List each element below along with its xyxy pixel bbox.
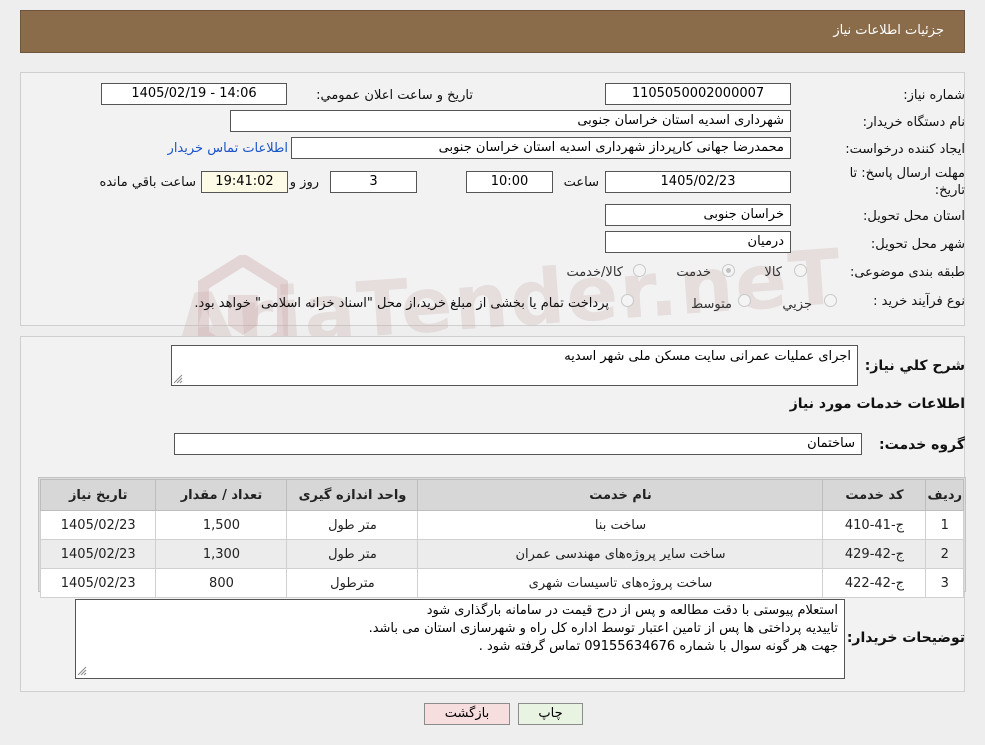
remaining-label: ساعت باقي مانده bbox=[99, 175, 196, 190]
category-radio-goods-service[interactable] bbox=[633, 264, 646, 277]
table-row: 2 ج-42-429 ساخت سایر پروژه‌های مهندسی عم… bbox=[39, 539, 964, 569]
buyer-contact-link[interactable]: اطلاعات تماس خريدار bbox=[168, 141, 288, 156]
category-label: طبقه بندی موضوعی: bbox=[849, 265, 965, 280]
province-label: استان محل تحويل: bbox=[863, 209, 965, 224]
process-radio-treasury[interactable] bbox=[621, 294, 634, 307]
creator-field: محمدرضا جهانی کارپرداز شهرداری اسدیه است… bbox=[291, 137, 791, 159]
city-field: درمیان bbox=[605, 231, 791, 253]
table-row: 1 ج-41-410 ساخت بنا متر طول 1,500 1405/0… bbox=[39, 510, 964, 540]
creator-label: ايجاد كننده درخواست: bbox=[845, 142, 965, 157]
deadline-hour-label: ساعت bbox=[563, 175, 599, 190]
process-treasury-note: پرداخت تمام یا بخشی از مبلغ خرید،از محل … bbox=[194, 296, 609, 311]
buyer-note-line: استعلام پیوستی با دقت مطالعه و پس از درج… bbox=[426, 603, 838, 618]
row-number: 1 bbox=[925, 510, 964, 540]
resize-grip-icon[interactable] bbox=[77, 666, 87, 676]
process-option-medium: متوسط bbox=[691, 297, 732, 312]
summary-label: شرح كلي نياز: bbox=[864, 358, 965, 374]
category-option-goods-service: کالا/خدمت bbox=[566, 265, 623, 280]
page-header: جزئیات اطلاعات نیاز bbox=[20, 10, 965, 53]
announce-label: تاریخ و ساعت اعلان عمومي: bbox=[316, 88, 473, 103]
category-option-goods: کالا bbox=[764, 265, 782, 280]
category-option-service: خدمت bbox=[676, 265, 711, 280]
buyer-note-line: جهت هر گونه سوال با شماره 09155634676 تم… bbox=[478, 639, 838, 654]
row-number: 2 bbox=[925, 539, 964, 569]
unit: متر طول bbox=[286, 510, 419, 540]
buyer-note-line: تاییدیه پرداختی ها پس از تامین اعتبار تو… bbox=[368, 621, 838, 636]
remaining-time-field: 19:41:02 bbox=[201, 171, 288, 193]
back-button[interactable]: بازگشت bbox=[424, 703, 510, 725]
service-name: ساخت پروژه‌های تاسیسات شهری bbox=[417, 568, 824, 598]
resize-grip-icon[interactable] bbox=[173, 374, 183, 384]
announce-datetime-field: 1405/02/19 - 14:06 bbox=[101, 83, 287, 105]
quantity: 1,500 bbox=[155, 510, 288, 540]
need-date: 1405/02/23 bbox=[39, 568, 157, 598]
category-radio-service[interactable] bbox=[722, 264, 735, 277]
buyer-org-label: نام دستگاه خريدار: bbox=[862, 115, 965, 130]
category-radio-goods[interactable] bbox=[794, 264, 807, 277]
buyer-notes-label: توضيحات خريدار: bbox=[846, 630, 965, 646]
deadline-label: مهلت ارسال پاسخ: تا bbox=[849, 166, 965, 181]
remaining-days-field: 3 bbox=[330, 171, 417, 193]
city-label: شهر محل تحويل: bbox=[870, 237, 965, 252]
service-code: ج-41-410 bbox=[822, 510, 927, 540]
quantity: 1,300 bbox=[155, 539, 288, 569]
service-name: ساخت سایر پروژه‌های مهندسی عمران bbox=[417, 539, 824, 569]
deadline-date-field: 1405/02/23 bbox=[605, 171, 791, 193]
buyer-notes-textarea[interactable]: استعلام پیوستی با دقت مطالعه و پس از درج… bbox=[75, 599, 845, 679]
need-date: 1405/02/23 bbox=[39, 539, 157, 569]
province-field: خراسان جنوبی bbox=[605, 204, 791, 226]
service-code: ج-42-429 bbox=[822, 539, 927, 569]
print-button[interactable]: چاپ bbox=[518, 703, 583, 725]
days-label: روز و bbox=[289, 175, 319, 190]
summary-text: اجرای عملیات عمرانی سایت مسکن ملی شهر اس… bbox=[564, 349, 851, 364]
col-row-number: رديف bbox=[925, 479, 964, 511]
col-quantity: تعداد / مقدار bbox=[155, 479, 288, 511]
services-section-title: اطلاعات خدمات مورد نياز bbox=[789, 396, 965, 412]
service-name: ساخت بنا bbox=[417, 510, 824, 540]
col-service-code: كد خدمت bbox=[822, 479, 927, 511]
buyer-org-field: شهرداری اسدیه استان خراسان جنوبی bbox=[230, 110, 791, 132]
col-service-name: نام خدمت bbox=[417, 479, 824, 511]
process-radio-minor[interactable] bbox=[824, 294, 837, 307]
unit: مترطول bbox=[286, 568, 419, 598]
need-date: 1405/02/23 bbox=[39, 510, 157, 540]
process-type-label: نوع فرآيند خريد : bbox=[873, 294, 965, 309]
deadline-time-field: 10:00 bbox=[466, 171, 553, 193]
row-number: 3 bbox=[925, 568, 964, 598]
summary-textarea[interactable]: اجرای عملیات عمرانی سایت مسکن ملی شهر اس… bbox=[171, 345, 858, 386]
need-number-field: 1105050002000007 bbox=[605, 83, 791, 105]
service-group-field: ساختمان bbox=[174, 433, 862, 455]
quantity: 800 bbox=[155, 568, 288, 598]
table-header-row: رديف كد خدمت نام خدمت واحد اندازه گيری ت… bbox=[39, 479, 964, 511]
page-title: جزئیات اطلاعات نیاز bbox=[833, 23, 944, 38]
process-option-minor: جزيي bbox=[782, 297, 812, 312]
service-code: ج-42-422 bbox=[822, 568, 927, 598]
process-radio-medium[interactable] bbox=[738, 294, 751, 307]
need-number-label: شماره نیاز: bbox=[903, 88, 965, 103]
col-unit: واحد اندازه گيری bbox=[286, 479, 419, 511]
unit: متر طول bbox=[286, 539, 419, 569]
service-group-label: گروه خدمت: bbox=[879, 437, 965, 453]
table-row: 3 ج-42-422 ساخت پروژه‌های تاسیسات شهری م… bbox=[39, 568, 964, 598]
deadline-label-date: تاريخ: bbox=[934, 183, 965, 198]
services-table: رديف كد خدمت نام خدمت واحد اندازه گيری ت… bbox=[39, 479, 964, 598]
col-need-date: تاريخ نياز bbox=[39, 479, 157, 511]
